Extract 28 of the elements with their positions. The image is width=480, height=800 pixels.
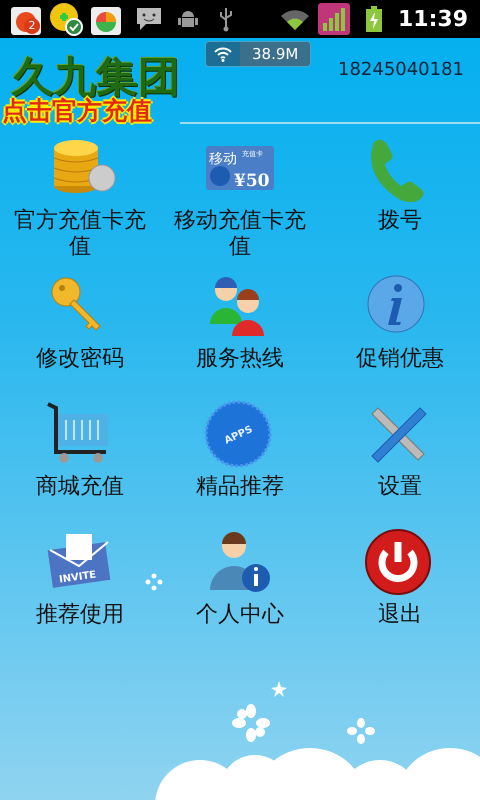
menu-label[interactable]: 商城充值 — [28, 474, 132, 500]
menu-label[interactable]: 推荐使用 — [28, 602, 132, 628]
flower-decoration — [347, 718, 375, 744]
plus-check-icon[interactable] — [48, 1, 84, 37]
menu-label[interactable]: 精品推荐 — [188, 474, 292, 500]
android-icon[interactable] — [178, 8, 198, 30]
wifi-icon — [280, 8, 310, 30]
menu-label[interactable]: 促销优惠 — [348, 346, 452, 372]
wifi-icon — [214, 46, 232, 62]
flower-decoration — [232, 704, 270, 742]
signal-icon — [318, 3, 350, 35]
menu-label[interactable]: 拨号 — [370, 208, 430, 234]
menu-label[interactable]: 退出 — [370, 602, 430, 628]
logo-text: 久九集团 — [12, 56, 180, 98]
phone-number: 18245040181 — [338, 58, 464, 82]
network-speed: 38.9M — [240, 42, 310, 66]
battery-charging-icon — [366, 6, 382, 32]
clock-time: 11:39 — [398, 6, 468, 34]
menu-label[interactable]: 官方充值卡充值 — [0, 208, 160, 260]
menu-label[interactable]: 服务热线 — [188, 346, 292, 372]
star-decoration — [271, 681, 287, 697]
flower-decoration — [145, 573, 163, 591]
menu-label[interactable]: 移动充值卡充值 — [160, 208, 320, 260]
message-icon[interactable] — [136, 7, 162, 31]
menu-label[interactable]: 设置 — [370, 474, 430, 500]
usb-icon[interactable] — [218, 6, 234, 32]
menu-label[interactable]: 个人中心 — [188, 602, 292, 628]
menu-label[interactable]: 修改密码 — [28, 346, 132, 372]
